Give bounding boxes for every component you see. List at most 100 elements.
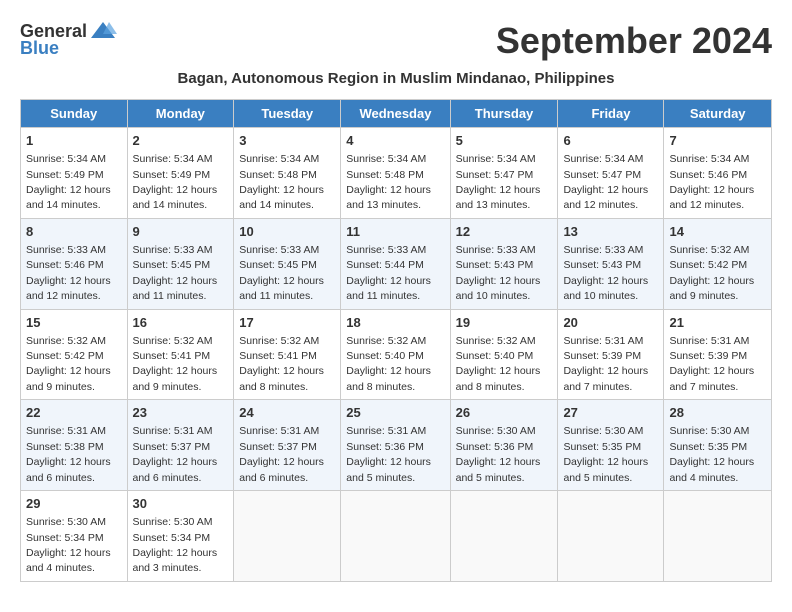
- day-number: 25: [346, 404, 444, 422]
- day-number: 3: [239, 132, 335, 150]
- calendar-cell: [664, 491, 772, 582]
- day-number: 17: [239, 314, 335, 332]
- day-number: 6: [563, 132, 658, 150]
- day-number: 28: [669, 404, 766, 422]
- day-info: Sunrise: 5:31 AMSunset: 5:39 PMDaylight:…: [669, 335, 754, 393]
- day-info: Sunrise: 5:31 AMSunset: 5:37 PMDaylight:…: [133, 425, 218, 483]
- calendar-cell: 5 Sunrise: 5:34 AMSunset: 5:47 PMDaylight…: [450, 128, 558, 219]
- day-number: 26: [456, 404, 553, 422]
- calendar-cell: 24 Sunrise: 5:31 AMSunset: 5:37 PMDayligh…: [234, 400, 341, 491]
- day-number: 12: [456, 223, 553, 241]
- month-title: September 2024: [496, 20, 772, 62]
- calendar-cell: 11 Sunrise: 5:33 AMSunset: 5:44 PMDayligh…: [341, 218, 450, 309]
- day-info: Sunrise: 5:33 AMSunset: 5:45 PMDaylight:…: [133, 244, 218, 302]
- day-number: 7: [669, 132, 766, 150]
- calendar-cell: 3 Sunrise: 5:34 AMSunset: 5:48 PMDaylight…: [234, 128, 341, 219]
- day-number: 24: [239, 404, 335, 422]
- day-number: 5: [456, 132, 553, 150]
- day-info: Sunrise: 5:31 AMSunset: 5:37 PMDaylight:…: [239, 425, 324, 483]
- day-number: 18: [346, 314, 444, 332]
- day-info: Sunrise: 5:30 AMSunset: 5:36 PMDaylight:…: [456, 425, 541, 483]
- day-number: 22: [26, 404, 122, 422]
- day-number: 9: [133, 223, 229, 241]
- day-number: 13: [563, 223, 658, 241]
- day-number: 23: [133, 404, 229, 422]
- weekday-header-wednesday: Wednesday: [341, 100, 450, 128]
- day-info: Sunrise: 5:30 AMSunset: 5:34 PMDaylight:…: [26, 516, 111, 574]
- calendar-cell: 19 Sunrise: 5:32 AMSunset: 5:40 PMDayligh…: [450, 309, 558, 400]
- calendar-cell: 18Sunrise: 5:32 AMSunset: 5:40 PMDayligh…: [341, 309, 450, 400]
- day-info: Sunrise: 5:31 AMSunset: 5:39 PMDaylight:…: [563, 335, 648, 393]
- calendar-cell: 29 Sunrise: 5:30 AMSunset: 5:34 PMDayligh…: [21, 491, 128, 582]
- day-info: Sunrise: 5:34 AMSunset: 5:49 PMDaylight:…: [26, 153, 111, 211]
- header: General Blue September 2024: [20, 20, 772, 62]
- calendar-cell: 13 Sunrise: 5:33 AMSunset: 5:43 PMDayligh…: [558, 218, 664, 309]
- calendar-cell: 17 Sunrise: 5:32 AMSunset: 5:41 PMDayligh…: [234, 309, 341, 400]
- calendar-cell: 1 Sunrise: 5:34 AMSunset: 5:49 PMDaylight…: [21, 128, 128, 219]
- calendar-cell: 28 Sunrise: 5:30 AMSunset: 5:35 PMDayligh…: [664, 400, 772, 491]
- calendar-cell: 7 Sunrise: 5:34 AMSunset: 5:46 PMDaylight…: [664, 128, 772, 219]
- weekday-header-saturday: Saturday: [664, 100, 772, 128]
- logo: General Blue: [20, 20, 117, 59]
- calendar-cell: 6 Sunrise: 5:34 AMSunset: 5:47 PMDaylight…: [558, 128, 664, 219]
- day-info: Sunrise: 5:31 AMSunset: 5:38 PMDaylight:…: [26, 425, 111, 483]
- calendar-table: SundayMondayTuesdayWednesdayThursdayFrid…: [20, 99, 772, 582]
- calendar-cell: 2 Sunrise: 5:34 AMSunset: 5:49 PMDaylight…: [127, 128, 234, 219]
- day-info: Sunrise: 5:32 AMSunset: 5:41 PMDaylight:…: [239, 335, 324, 393]
- day-number: 21: [669, 314, 766, 332]
- calendar-cell: 22 Sunrise: 5:31 AMSunset: 5:38 PMDayligh…: [21, 400, 128, 491]
- day-info: Sunrise: 5:32 AMSunset: 5:40 PMDaylight:…: [456, 335, 541, 393]
- day-info: Sunrise: 5:31 AMSunset: 5:36 PMDaylight:…: [346, 425, 431, 483]
- day-info: Sunrise: 5:34 AMSunset: 5:48 PMDaylight:…: [239, 153, 324, 211]
- weekday-header-friday: Friday: [558, 100, 664, 128]
- day-number: 20: [563, 314, 658, 332]
- day-info: Sunrise: 5:34 AMSunset: 5:46 PMDaylight:…: [669, 153, 754, 211]
- day-info: Sunrise: 5:33 AMSunset: 5:46 PMDaylight:…: [26, 244, 111, 302]
- day-info: Sunrise: 5:32 AMSunset: 5:42 PMDaylight:…: [669, 244, 754, 302]
- calendar-cell: [450, 491, 558, 582]
- subtitle: Bagan, Autonomous Region in Muslim Minda…: [20, 70, 772, 87]
- day-number: 14: [669, 223, 766, 241]
- weekday-header-sunday: Sunday: [21, 100, 128, 128]
- calendar-cell: 23 Sunrise: 5:31 AMSunset: 5:37 PMDayligh…: [127, 400, 234, 491]
- day-number: 8: [26, 223, 122, 241]
- day-number: 10: [239, 223, 335, 241]
- day-info: Sunrise: 5:33 AMSunset: 5:43 PMDaylight:…: [563, 244, 648, 302]
- day-info: Sunrise: 5:34 AMSunset: 5:49 PMDaylight:…: [133, 153, 218, 211]
- calendar-cell: 26 Sunrise: 5:30 AMSunset: 5:36 PMDayligh…: [450, 400, 558, 491]
- day-number: 1: [26, 132, 122, 150]
- day-number: 11: [346, 223, 444, 241]
- day-info: Sunrise: 5:30 AMSunset: 5:35 PMDaylight:…: [669, 425, 754, 483]
- day-info: Sunrise: 5:33 AMSunset: 5:43 PMDaylight:…: [456, 244, 541, 302]
- day-number: 4: [346, 132, 444, 150]
- calendar-cell: 25 Sunrise: 5:31 AMSunset: 5:36 PMDayligh…: [341, 400, 450, 491]
- day-number: 30: [133, 495, 229, 513]
- day-number: 2: [133, 132, 229, 150]
- day-number: 29: [26, 495, 122, 513]
- calendar-cell: 27Sunrise: 5:30 AMSunset: 5:35 PMDayligh…: [558, 400, 664, 491]
- calendar-cell: 15Sunrise: 5:32 AMSunset: 5:42 PMDayligh…: [21, 309, 128, 400]
- day-info: Sunrise: 5:34 AMSunset: 5:47 PMDaylight:…: [456, 153, 541, 211]
- day-number: 19: [456, 314, 553, 332]
- day-info: Sunrise: 5:33 AMSunset: 5:45 PMDaylight:…: [239, 244, 324, 302]
- calendar-cell: [341, 491, 450, 582]
- day-info: Sunrise: 5:30 AMSunset: 5:35 PMDaylight:…: [563, 425, 648, 483]
- day-info: Sunrise: 5:32 AMSunset: 5:42 PMDaylight:…: [26, 335, 111, 393]
- calendar-cell: 9 Sunrise: 5:33 AMSunset: 5:45 PMDaylight…: [127, 218, 234, 309]
- calendar-cell: 10 Sunrise: 5:33 AMSunset: 5:45 PMDayligh…: [234, 218, 341, 309]
- logo-icon: [89, 20, 117, 42]
- calendar-cell: [234, 491, 341, 582]
- calendar-cell: 30 Sunrise: 5:30 AMSunset: 5:34 PMDayligh…: [127, 491, 234, 582]
- calendar-cell: 21 Sunrise: 5:31 AMSunset: 5:39 PMDayligh…: [664, 309, 772, 400]
- day-info: Sunrise: 5:34 AMSunset: 5:47 PMDaylight:…: [563, 153, 648, 211]
- calendar-cell: 12 Sunrise: 5:33 AMSunset: 5:43 PMDayligh…: [450, 218, 558, 309]
- weekday-header-thursday: Thursday: [450, 100, 558, 128]
- calendar-cell: 16Sunrise: 5:32 AMSunset: 5:41 PMDayligh…: [127, 309, 234, 400]
- day-info: Sunrise: 5:32 AMSunset: 5:41 PMDaylight:…: [133, 335, 218, 393]
- weekday-header-monday: Monday: [127, 100, 234, 128]
- day-info: Sunrise: 5:30 AMSunset: 5:34 PMDaylight:…: [133, 516, 218, 574]
- day-info: Sunrise: 5:33 AMSunset: 5:44 PMDaylight:…: [346, 244, 431, 302]
- calendar-cell: 8 Sunrise: 5:33 AMSunset: 5:46 PMDaylight…: [21, 218, 128, 309]
- calendar-cell: 14 Sunrise: 5:32 AMSunset: 5:42 PMDayligh…: [664, 218, 772, 309]
- calendar-cell: 4Sunrise: 5:34 AMSunset: 5:48 PMDaylight…: [341, 128, 450, 219]
